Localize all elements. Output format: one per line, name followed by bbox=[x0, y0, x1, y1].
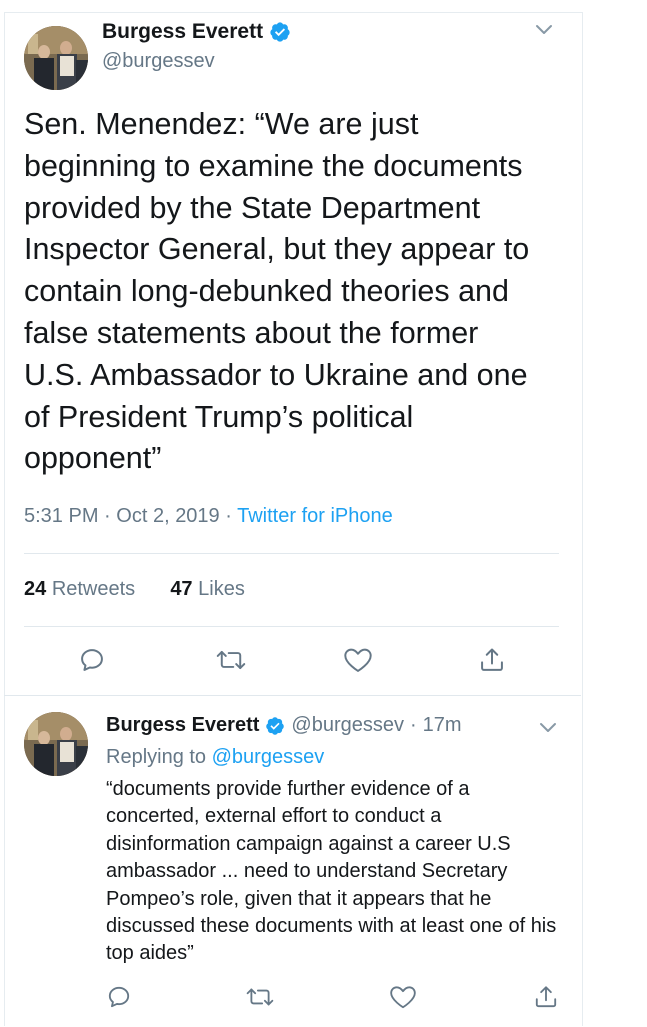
likes-stat[interactable]: 47 Likes bbox=[170, 578, 245, 600]
reply-author-handle[interactable]: @burgessev bbox=[291, 714, 404, 737]
chevron-down-icon[interactable] bbox=[539, 722, 557, 734]
reply-header: Burgess Everett @burgessev · 17m bbox=[106, 714, 462, 737]
verified-badge-icon bbox=[265, 716, 285, 736]
main-action-bar bbox=[0, 646, 577, 676]
tweet-time[interactable]: 5:31 PM bbox=[24, 505, 98, 527]
avatar-photo bbox=[24, 712, 88, 776]
tweet-text: Sen. Menendez: “We are just beginning to… bbox=[24, 107, 530, 476]
meta-separator: · bbox=[104, 505, 111, 527]
author-name-row: Burgess Everett bbox=[102, 20, 291, 44]
tweet-meta: 5:31 PM · Oct 2, 2019 · Twitter for iPho… bbox=[24, 505, 393, 528]
share-icon[interactable] bbox=[478, 646, 506, 674]
share-icon[interactable] bbox=[533, 984, 559, 1010]
meta-separator: · bbox=[409, 714, 417, 736]
retweet-icon[interactable] bbox=[246, 984, 274, 1010]
reply-icon[interactable] bbox=[106, 984, 132, 1010]
tweet-source-link[interactable]: Twitter for iPhone bbox=[237, 505, 393, 527]
tweet-stats: 24 Retweets 47 Likes bbox=[24, 578, 245, 601]
heart-icon[interactable] bbox=[343, 646, 373, 674]
author-handle[interactable]: @burgessev bbox=[102, 50, 215, 73]
divider bbox=[24, 626, 559, 627]
meta-separator: · bbox=[225, 505, 232, 527]
likes-count: 47 bbox=[170, 578, 193, 600]
reply-action-bar bbox=[0, 984, 577, 1014]
author-name[interactable]: Burgess Everett bbox=[102, 20, 263, 44]
reply-age[interactable]: 17m bbox=[423, 714, 462, 737]
avatar-photo bbox=[24, 26, 88, 90]
replying-to-handle[interactable]: @burgessev bbox=[212, 746, 325, 768]
tweet-date[interactable]: Oct 2, 2019 bbox=[116, 505, 219, 527]
likes-label: Likes bbox=[198, 578, 245, 600]
retweets-stat[interactable]: 24 Retweets bbox=[24, 578, 135, 600]
reply-tweet-text: “documents provide further evidence of a… bbox=[106, 778, 557, 965]
retweets-count: 24 bbox=[24, 578, 47, 600]
author-avatar[interactable] bbox=[24, 26, 88, 90]
reply-author-avatar[interactable] bbox=[24, 712, 88, 776]
reply-icon[interactable] bbox=[78, 646, 106, 674]
divider bbox=[24, 553, 559, 554]
verified-badge-icon bbox=[269, 21, 291, 43]
retweet-icon[interactable] bbox=[216, 646, 246, 674]
replying-to-label: Replying to bbox=[106, 746, 207, 768]
tweet-separator bbox=[4, 695, 581, 696]
replying-to: Replying to @burgessev bbox=[106, 746, 324, 769]
chevron-down-icon[interactable] bbox=[535, 24, 553, 36]
reply-author-name[interactable]: Burgess Everett bbox=[106, 714, 259, 737]
retweets-label: Retweets bbox=[51, 578, 136, 600]
heart-icon[interactable] bbox=[389, 984, 417, 1010]
